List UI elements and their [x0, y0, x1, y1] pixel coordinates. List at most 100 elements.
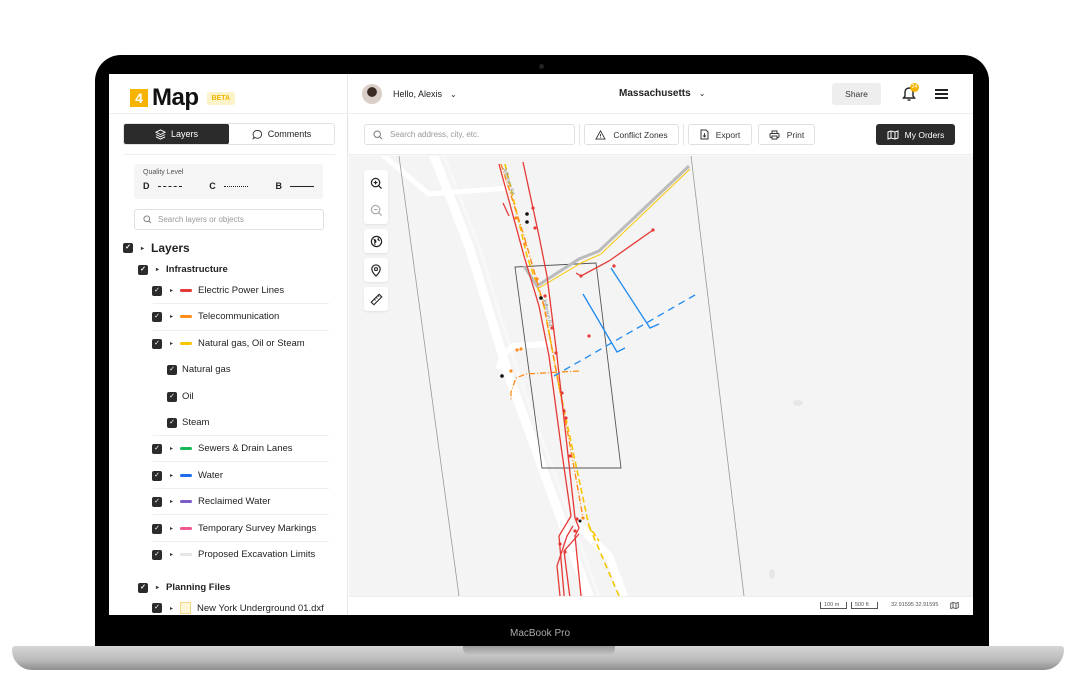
expand-icon[interactable]: ▸ [156, 266, 159, 273]
expand-icon[interactable]: ▸ [170, 472, 173, 479]
layer-item-water[interactable]: ✓ ▸ Water [152, 470, 223, 481]
checkbox[interactable]: ✓ [152, 603, 162, 613]
layer-subitem-steam[interactable]: ✓ Steam [167, 417, 209, 428]
tab-comments-label: Comments [267, 129, 312, 139]
layer-group-layers[interactable]: ✓ ▸ Layers [123, 241, 190, 255]
layer-group-infrastructure[interactable]: ✓ ▸ Infrastructure [138, 264, 228, 275]
my-orders-button[interactable]: My Orders [876, 124, 955, 145]
avatar[interactable] [362, 84, 382, 104]
water-lines[interactable] [553, 267, 696, 377]
zoom-controls [364, 170, 388, 224]
conflict-zones-button[interactable]: Conflict Zones [584, 124, 679, 145]
tab-comments[interactable]: Comments [229, 124, 334, 144]
checkbox[interactable]: ✓ [138, 264, 148, 275]
layer-item-reclaimed-water[interactable]: ✓ ▸ Reclaimed Water [152, 496, 271, 507]
checkbox[interactable]: ✓ [123, 243, 133, 253]
divider [153, 488, 329, 489]
expand-icon[interactable]: ▸ [170, 525, 173, 532]
share-button[interactable]: Share [832, 83, 881, 105]
quality-level-c: C [209, 181, 248, 191]
button-label: Conflict Zones [613, 129, 668, 140]
checkbox[interactable]: ✓ [152, 470, 162, 481]
print-button[interactable]: Print [758, 124, 815, 145]
steam-line[interactable] [522, 164, 691, 289]
chevron-down-icon: ⌄ [450, 90, 457, 99]
layer-label: Temporary Survey Markings [198, 523, 317, 534]
location-button[interactable] [364, 258, 388, 282]
search-icon [143, 215, 152, 224]
layer-color-swatch [180, 527, 193, 530]
layer-item-electric[interactable]: ✓ ▸ Electric Power Lines [152, 285, 284, 296]
checkbox[interactable]: ✓ [152, 549, 162, 560]
app-logo[interactable]: 4 Map BETA [130, 84, 236, 112]
expand-icon[interactable]: ▸ [170, 313, 173, 320]
expand-icon[interactable]: ▸ [170, 498, 173, 505]
globe-button[interactable] [364, 229, 388, 253]
region-selector[interactable]: Massachusetts ⌄ [619, 88, 705, 99]
checkbox[interactable]: ✓ [152, 338, 162, 349]
layer-item-survey-markings[interactable]: ✓ ▸ Temporary Survey Markings [152, 523, 316, 534]
printer-icon [769, 130, 780, 139]
checkbox[interactable]: ✓ [167, 364, 177, 375]
layer-search-input[interactable]: Search layers or objects [134, 209, 324, 230]
beta-badge: BETA [206, 91, 236, 105]
layer-group-label: Infrastructure [166, 264, 228, 275]
layer-color-swatch [180, 315, 193, 318]
expand-icon[interactable]: ▸ [156, 584, 159, 591]
expand-icon[interactable]: ▸ [170, 287, 173, 294]
solid-line-sample [290, 185, 314, 187]
map-icon[interactable] [950, 601, 959, 610]
layer-subitem-natural-gas[interactable]: ✓ Natural gas [167, 364, 231, 375]
divider [153, 461, 329, 462]
layer-item-excavation-limits[interactable]: ✓ ▸ Proposed Excavation Limits [152, 549, 315, 560]
checkbox[interactable]: ✓ [152, 443, 162, 454]
warning-icon [595, 129, 607, 140]
zoom-out-icon[interactable] [370, 204, 383, 217]
file-icon [180, 602, 192, 614]
expand-icon[interactable]: ▸ [170, 340, 173, 347]
location-pin-icon [371, 263, 381, 277]
user-menu[interactable]: Hello, Alexis ⌄ [393, 89, 457, 99]
checkbox[interactable]: ✓ [167, 417, 177, 428]
quality-level-legend: Quality Level D C B [134, 164, 323, 199]
layer-color-swatch [180, 342, 193, 345]
checkbox[interactable]: ✓ [152, 523, 162, 534]
tab-layers[interactable]: Layers [124, 124, 229, 144]
logo-mark: 4 [130, 89, 148, 107]
checkbox[interactable]: ✓ [167, 391, 177, 402]
layer-label: Sewers & Drain Lanes [198, 443, 293, 454]
checkbox[interactable]: ✓ [138, 582, 148, 593]
comment-icon [252, 129, 262, 140]
layer-group-planning-files[interactable]: ✓ ▸ Planning Files [138, 582, 230, 593]
layer-item-sewers[interactable]: ✓ ▸ Sewers & Drain Lanes [152, 443, 293, 454]
expand-icon[interactable]: ▸ [170, 445, 173, 452]
layer-item-gas[interactable]: ✓ ▸ Natural gas, Oil or Steam [152, 338, 305, 349]
map-canvas[interactable]: Jefferson Rd Jefferson Rd [349, 156, 973, 596]
layer-item-dxf-file[interactable]: ✓ ▸ New York Underground 01.dxf [152, 602, 324, 614]
laptop-notch [463, 646, 615, 656]
map-toolbar: Search address, city, etc. Conflict Zone… [349, 115, 973, 155]
layer-subitem-oil[interactable]: ✓ Oil [167, 391, 194, 402]
checkbox[interactable]: ✓ [152, 285, 162, 296]
device-label: MacBook Pro [509, 628, 571, 639]
divider [153, 514, 329, 515]
divider [153, 330, 329, 331]
layers-icon [154, 128, 166, 140]
divider [109, 113, 348, 114]
layer-label: Water [198, 470, 223, 481]
region-label: Massachusetts [619, 88, 691, 99]
measure-button[interactable] [364, 287, 388, 311]
checkbox[interactable]: ✓ [152, 496, 162, 507]
hamburger-menu-icon[interactable] [935, 89, 948, 99]
expand-icon[interactable]: ▸ [170, 605, 173, 612]
expand-icon[interactable]: ▸ [170, 551, 173, 558]
checkbox[interactable]: ✓ [152, 311, 162, 322]
zoom-in-icon[interactable] [370, 177, 383, 190]
road [429, 156, 594, 596]
expand-icon[interactable]: ▸ [141, 245, 144, 252]
export-button[interactable]: Export [688, 124, 752, 145]
dashed-line-sample [157, 185, 182, 187]
divider [153, 303, 329, 304]
layer-item-telecom[interactable]: ✓ ▸ Telecommunication [152, 311, 279, 322]
address-search-input[interactable]: Search address, city, etc. [364, 124, 575, 145]
